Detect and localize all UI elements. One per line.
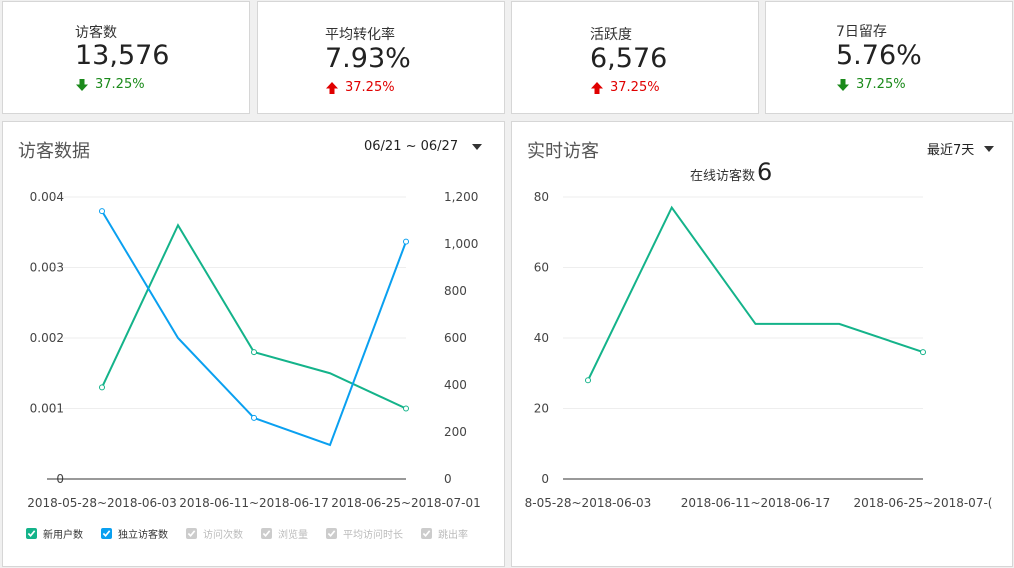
- legend-label: 独立访客数: [118, 530, 168, 541]
- visitor-line-chart: 00.0010.0020.0030.00402004006008001,0001…: [27, 190, 481, 510]
- y-left-tick-label: 0.004: [30, 190, 64, 204]
- series-line-realtime: [587, 205, 924, 381]
- y-left-tick-label: 0.001: [30, 402, 64, 416]
- kpi-change-value: 37.25%: [345, 80, 395, 95]
- legend-item-visits[interactable]: 访问次数: [186, 526, 243, 541]
- x-tick-label: 2018-06-11~2018-06-17: [681, 496, 831, 510]
- checkbox-disabled-icon: [326, 528, 337, 539]
- data-point: [920, 349, 926, 356]
- kpi-card-conversion: 平均转化率 7.93% 37.25%: [257, 1, 505, 114]
- arrow-down-icon: [76, 78, 88, 91]
- kpi-card-retention: 7日留存 5.76% 37.25%: [765, 1, 1013, 114]
- arrow-down-icon: [837, 78, 849, 91]
- arrow-up-icon: [591, 81, 603, 94]
- kpi-change: 37.25%: [836, 77, 906, 92]
- data-point: [99, 384, 105, 391]
- y-right-tick-label: 1,000: [444, 237, 478, 251]
- y-left-tick-label: 0.002: [30, 331, 64, 345]
- legend-item-avg-duration[interactable]: 平均访问时长: [326, 526, 403, 541]
- legend-label: 平均访问时长: [343, 530, 403, 541]
- kpi-label: 7日留存: [836, 24, 887, 40]
- checkbox-disabled-icon: [261, 528, 272, 539]
- x-tick-label: 2018-05-28~2018-06-03: [27, 496, 177, 510]
- series-line-new-users: [101, 223, 407, 410]
- date-range-select[interactable]: 06/21 ~ 06/27: [364, 139, 483, 154]
- caret-down-icon: [984, 145, 995, 152]
- y-tick-label: 60: [534, 261, 549, 275]
- kpi-change-value: 37.25%: [610, 80, 660, 95]
- data-point: [251, 414, 257, 421]
- grid-lines: [47, 196, 406, 409]
- chart-legend: 新用户数 独立访客数 访问次数 浏览量 平均访问时长 跳出率: [26, 526, 468, 541]
- y-tick-label: 40: [534, 331, 549, 345]
- date-range-value: 06/21 ~ 06/27: [364, 139, 459, 154]
- y-tick-label: 0: [541, 472, 549, 486]
- realtime-line-chart: 0 20 40 60 80 8-05-28~2018-06-03 2018-06-11~20…: [525, 190, 993, 510]
- kpi-change: 37.25%: [325, 80, 395, 95]
- checkbox-disabled-icon: [186, 528, 197, 539]
- y-right-tick-label: 0: [444, 472, 452, 486]
- kpi-change: 37.25%: [75, 77, 145, 92]
- kpi-card-activity: 活跃度 6,576 37.25%: [511, 1, 759, 114]
- legend-label: 新用户数: [43, 530, 83, 541]
- x-tick-label: 2018-06-11~2018-06-17: [179, 496, 329, 510]
- x-tick-label: 2018-06-25~2018-07-(: [854, 496, 993, 510]
- legend-item-pageviews[interactable]: 浏览量: [261, 526, 308, 541]
- kpi-change: 37.25%: [590, 80, 660, 95]
- data-point: [99, 208, 105, 215]
- legend-label: 跳出率: [438, 530, 468, 541]
- range-select[interactable]: 最近7天: [927, 139, 995, 158]
- checkbox-checked-icon: [26, 528, 37, 539]
- legend-item-new-users[interactable]: 新用户数: [26, 526, 83, 541]
- kpi-change-value: 37.25%: [856, 77, 906, 92]
- panel-title: 访客数据: [18, 141, 90, 162]
- legend-label: 浏览量: [278, 530, 308, 541]
- checkbox-disabled-icon: [421, 528, 432, 539]
- y-right-tick-label: 400: [444, 378, 467, 392]
- data-point: [585, 377, 591, 384]
- kpi-change-value: 37.25%: [95, 77, 145, 92]
- kpi-value: 7.93%: [325, 43, 411, 74]
- kpi-label: 平均转化率: [325, 27, 395, 43]
- legend-label: 访问次数: [203, 530, 243, 541]
- kpi-value: 13,576: [75, 40, 170, 71]
- data-point: [403, 405, 409, 412]
- data-point: [403, 238, 409, 245]
- data-point: [251, 349, 257, 356]
- range-select-value: 最近7天: [927, 143, 975, 158]
- x-tick-label: 2018-06-25~2018-07-01: [331, 496, 481, 510]
- y-left-tick-label: 0.003: [30, 261, 64, 275]
- y-right-tick-label: 600: [444, 331, 467, 345]
- y-tick-label: 20: [534, 402, 549, 416]
- y-right-tick-label: 1,200: [444, 190, 478, 204]
- panel-title: 实时访客: [527, 141, 599, 162]
- kpi-label: 活跃度: [590, 27, 632, 43]
- legend-item-unique-visitors[interactable]: 独立访客数: [101, 526, 168, 541]
- legend-item-bounce-rate[interactable]: 跳出率: [421, 526, 468, 541]
- kpi-card-visitors: 访客数 13,576 37.25%: [2, 1, 250, 114]
- series-line-unique-visitors: [101, 210, 407, 447]
- x-tick-label: 8-05-28~2018-06-03: [525, 496, 652, 510]
- checkbox-checked-icon: [101, 528, 112, 539]
- kpi-label: 访客数: [75, 25, 117, 41]
- caret-down-icon: [472, 143, 483, 150]
- y-tick-label: 80: [534, 190, 549, 204]
- y-right-tick-label: 800: [444, 284, 467, 298]
- kpi-value: 5.76%: [836, 40, 922, 71]
- y-right-tick-label: 200: [444, 425, 467, 439]
- arrow-up-icon: [326, 81, 338, 94]
- kpi-value: 6,576: [590, 43, 668, 74]
